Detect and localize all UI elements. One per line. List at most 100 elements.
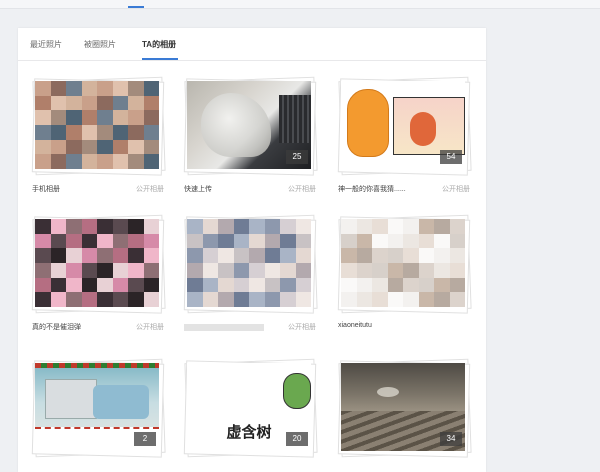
album-card[interactable]: 54 神一般的你喜我猜...... 公开相册 [337, 76, 472, 200]
mosaic-tile [50, 95, 66, 111]
album-cover-stack[interactable] [31, 214, 166, 314]
album-card[interactable]: 公开相册 [183, 214, 318, 338]
mosaic-tile [81, 263, 97, 278]
album-visibility: 公开相册 [136, 324, 164, 331]
mosaic-tile [449, 248, 465, 263]
mosaic-tile [202, 219, 218, 234]
mosaic-tile [434, 248, 450, 263]
mosaic-tile [233, 233, 249, 249]
mosaic-tile [218, 248, 234, 263]
mosaic-tile [264, 233, 280, 249]
tab-tagged-photos[interactable]: 被圈照片 [84, 39, 116, 50]
mosaic-tile [295, 233, 311, 249]
mosaic-tile [372, 277, 388, 293]
mosaic-tile [372, 263, 388, 278]
mosaic-tile [35, 292, 51, 307]
mosaic-tile [112, 292, 128, 307]
mosaic-tile [249, 277, 265, 293]
album-name[interactable] [184, 324, 264, 331]
mosaic-tile [403, 248, 419, 263]
mosaic-tile [434, 233, 450, 249]
mosaic-tile [97, 248, 113, 263]
album-card[interactable]: xiaoneitutu [337, 214, 472, 338]
album-cover[interactable] [341, 219, 465, 307]
mosaic-tile [50, 233, 66, 249]
album-cover-stack[interactable]: 34 [337, 358, 472, 458]
mosaic-tile [434, 292, 450, 307]
album-visibility: 公开相册 [288, 186, 316, 193]
pixelated-cover [187, 219, 311, 307]
mosaic-tile [112, 277, 128, 293]
mosaic-tile [143, 292, 159, 307]
album-cover-stack[interactable]: 2 [31, 358, 166, 458]
meme-face [283, 373, 311, 409]
album-card[interactable]: 真的不是催泪弹 公开相册 [31, 214, 166, 338]
album-card[interactable]: 手机相册 公开相册 [31, 76, 166, 200]
album-cover-stack[interactable] [337, 214, 472, 314]
mosaic-tile [112, 110, 128, 125]
mosaic-tile [202, 292, 218, 307]
mosaic-tile [187, 292, 203, 307]
mosaic-tile [202, 277, 218, 293]
light-glow [377, 387, 399, 397]
cartoon-character-small [410, 112, 436, 146]
mosaic-tile [187, 219, 203, 234]
mosaic-tile [434, 277, 450, 293]
album-card[interactable]: 34 [337, 358, 472, 458]
album-cover-stack[interactable] [31, 76, 166, 176]
mosaic-tile [128, 233, 144, 249]
album-card[interactable]: 2 [31, 358, 166, 458]
mosaic-tile [128, 110, 144, 125]
mosaic-tile [341, 277, 357, 293]
mosaic-tile [341, 248, 357, 263]
mosaic-tile [112, 233, 128, 249]
album-cover-stack[interactable] [183, 214, 318, 314]
album-name[interactable]: 手机相册 [32, 184, 60, 194]
mosaic-tile [128, 248, 144, 263]
album-cover-stack[interactable]: 虚含树 20 [183, 358, 318, 458]
album-name[interactable]: 快速上传 [184, 184, 212, 194]
album-meta: 神一般的你喜我猜...... 公开相册 [338, 184, 470, 200]
album-card[interactable]: 25 快速上传 公开相册 [183, 76, 318, 200]
mosaic-tile [81, 81, 97, 96]
album-cover-stack[interactable]: 54 [337, 76, 472, 176]
mosaic-tile [202, 233, 218, 249]
mosaic-tile [143, 277, 159, 293]
mosaic-tile [233, 292, 249, 307]
mosaic-tile [280, 263, 296, 278]
mosaic-tile [202, 248, 218, 263]
mosaic-tile [356, 263, 372, 278]
album-cover-stack[interactable]: 25 [183, 76, 318, 176]
pixelated-cover [35, 81, 159, 169]
mosaic-tile [112, 263, 128, 278]
mosaic-tile [418, 292, 434, 307]
album-cover[interactable] [35, 81, 159, 169]
mosaic-tile [81, 110, 97, 125]
tab-albums[interactable]: TA的相册 [142, 39, 176, 50]
mosaic-tile [403, 292, 419, 307]
mosaic-tile [128, 277, 144, 293]
mosaic-tile [35, 263, 51, 278]
mosaic-tile [202, 263, 218, 278]
mosaic-tile [81, 292, 97, 307]
mosaic-tile [143, 139, 159, 155]
mosaic-tile [187, 248, 203, 263]
album-name[interactable]: 真的不是催泪弹 [32, 322, 81, 332]
tab-recent-photos[interactable]: 最近照片 [30, 39, 62, 50]
plastic-bag-shape [201, 93, 271, 157]
album-cover[interactable] [187, 219, 311, 307]
mosaic-tile [341, 292, 357, 307]
album-name[interactable]: 神一般的你喜我猜...... [338, 184, 406, 194]
mosaic-tile [280, 292, 296, 307]
album-meta: 真的不是催泪弹 公开相册 [32, 322, 164, 338]
album-card[interactable]: 虚含树 20 [183, 358, 318, 458]
mosaic-tile [295, 292, 311, 307]
package-bag [93, 385, 149, 419]
album-name[interactable]: xiaoneitutu [338, 322, 372, 329]
cartoon-character [347, 89, 389, 157]
album-cover[interactable] [35, 219, 159, 307]
mosaic-tile [35, 277, 51, 293]
mosaic-tile [356, 219, 372, 234]
mosaic-tile [35, 139, 51, 155]
keyboard-shape [279, 95, 311, 143]
